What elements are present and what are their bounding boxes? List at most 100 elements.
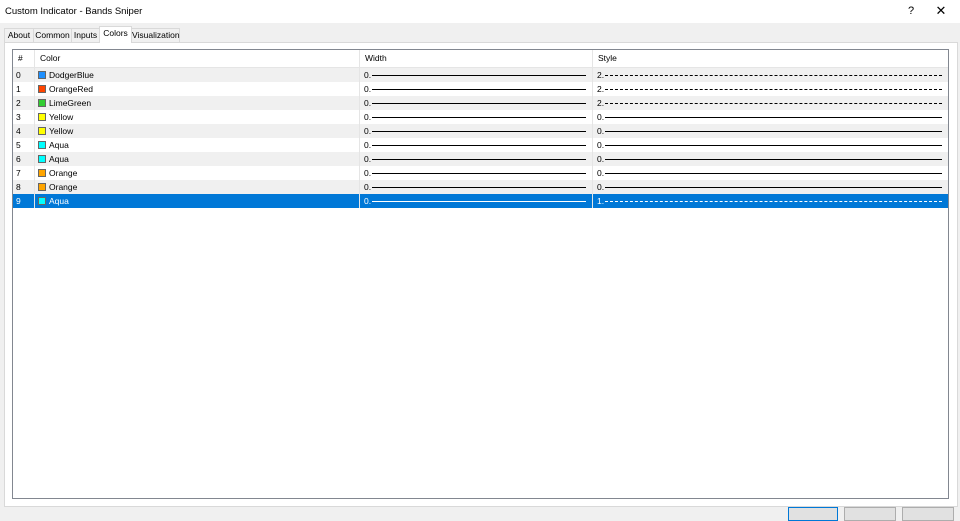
- style-value: 2.: [597, 98, 605, 108]
- row-index: 4: [13, 124, 35, 138]
- tab-inputs[interactable]: Inputs: [71, 28, 100, 42]
- style-line: [605, 187, 942, 188]
- width-value: 0.: [364, 182, 372, 192]
- table-row[interactable]: 6 Aqua 0. 0.: [13, 152, 948, 166]
- color-cell[interactable]: Aqua: [35, 138, 360, 152]
- table-row[interactable]: 0 DodgerBlue 0. 2.: [13, 68, 948, 82]
- header-color: Color: [35, 50, 360, 67]
- style-value: 0.: [597, 154, 605, 164]
- table-row[interactable]: 1 OrangeRed 0. 2.: [13, 82, 948, 96]
- colors-panel: # Color Width Style 0 DodgerBlue 0. 2. 1 Oran…: [4, 42, 958, 507]
- width-line: [372, 103, 586, 104]
- row-index: 0: [13, 68, 35, 82]
- style-cell[interactable]: 0.: [593, 110, 948, 124]
- table-row[interactable]: 7 Orange 0. 0.: [13, 166, 948, 180]
- width-line: [372, 173, 586, 174]
- style-value: 2.: [597, 70, 605, 80]
- width-cell[interactable]: 0.: [360, 166, 593, 180]
- color-cell[interactable]: LimeGreen: [35, 96, 360, 110]
- color-cell[interactable]: Aqua: [35, 152, 360, 166]
- header-width: Width: [360, 50, 593, 67]
- color-cell[interactable]: Orange: [35, 180, 360, 194]
- width-value: 0.: [364, 140, 372, 150]
- table-row[interactable]: 4 Yellow 0. 0.: [13, 124, 948, 138]
- style-cell[interactable]: 2.: [593, 82, 948, 96]
- row-index: 5: [13, 138, 35, 152]
- style-line: [605, 173, 942, 174]
- color-name: OrangeRed: [49, 84, 93, 94]
- width-cell[interactable]: 0.: [360, 194, 593, 208]
- tab-about[interactable]: About: [4, 28, 34, 42]
- table-row[interactable]: 8 Orange 0. 0.: [13, 180, 948, 194]
- color-name: Aqua: [49, 140, 69, 150]
- cancel-button[interactable]: [844, 507, 896, 521]
- tab-colors[interactable]: Colors: [99, 26, 132, 43]
- style-value: 1.: [597, 196, 605, 206]
- window-title: Custom Indicator - Bands Sniper: [5, 6, 143, 17]
- color-name: LimeGreen: [49, 98, 92, 108]
- tab-common[interactable]: Common: [33, 28, 72, 42]
- reset-button[interactable]: [902, 507, 954, 521]
- table-row[interactable]: 3 Yellow 0. 0.: [13, 110, 948, 124]
- style-cell[interactable]: 2.: [593, 68, 948, 82]
- title-bar: Custom Indicator - Bands Sniper ? ✕: [0, 0, 960, 23]
- ok-button[interactable]: [788, 507, 838, 521]
- width-cell[interactable]: 0.: [360, 82, 593, 96]
- color-swatch: [38, 85, 46, 93]
- row-index: 6: [13, 152, 35, 166]
- style-value: 2.: [597, 84, 605, 94]
- style-cell[interactable]: 0.: [593, 124, 948, 138]
- color-name: Aqua: [49, 154, 69, 164]
- width-value: 0.: [364, 98, 372, 108]
- style-line: [605, 75, 942, 76]
- width-cell[interactable]: 0.: [360, 138, 593, 152]
- width-value: 0.: [364, 154, 372, 164]
- style-cell[interactable]: 0.: [593, 152, 948, 166]
- color-swatch: [38, 113, 46, 121]
- close-button[interactable]: ✕: [926, 1, 956, 21]
- width-cell[interactable]: 0.: [360, 180, 593, 194]
- tab-visualization[interactable]: Visualization: [131, 28, 180, 42]
- color-swatch: [38, 99, 46, 107]
- width-value: 0.: [364, 112, 372, 122]
- style-cell[interactable]: 1.: [593, 194, 948, 208]
- row-index: 2: [13, 96, 35, 110]
- table-row[interactable]: 2 LimeGreen 0. 2.: [13, 96, 948, 110]
- width-cell[interactable]: 0.: [360, 124, 593, 138]
- width-cell[interactable]: 0.: [360, 110, 593, 124]
- width-value: 0.: [364, 70, 372, 80]
- header-style: Style: [598, 53, 617, 63]
- style-value: 0.: [597, 168, 605, 178]
- color-name: Yellow: [49, 112, 74, 122]
- style-line: [605, 201, 942, 202]
- width-cell[interactable]: 0.: [360, 96, 593, 110]
- color-cell[interactable]: Aqua: [35, 194, 360, 208]
- style-cell[interactable]: 0.: [593, 166, 948, 180]
- width-value: 0.: [364, 84, 372, 94]
- table-row[interactable]: 5 Aqua 0. 0.: [13, 138, 948, 152]
- header-num: #: [13, 50, 35, 67]
- width-line: [372, 159, 586, 160]
- color-swatch: [38, 183, 46, 191]
- width-line: [372, 145, 586, 146]
- style-cell[interactable]: 0.: [593, 138, 948, 152]
- style-line: [605, 117, 942, 118]
- color-cell[interactable]: Yellow: [35, 110, 360, 124]
- row-index: 9: [13, 194, 35, 208]
- style-cell[interactable]: 2.: [593, 96, 948, 110]
- color-cell[interactable]: Yellow: [35, 124, 360, 138]
- color-swatch: [38, 141, 46, 149]
- row-index: 7: [13, 166, 35, 180]
- style-line: [605, 89, 942, 90]
- width-cell[interactable]: 0.: [360, 152, 593, 166]
- style-cell[interactable]: 0.: [593, 180, 948, 194]
- color-name: Aqua: [49, 196, 69, 206]
- help-button[interactable]: ?: [896, 1, 926, 21]
- color-cell[interactable]: DodgerBlue: [35, 68, 360, 82]
- color-name: Yellow: [49, 126, 74, 136]
- style-value: 0.: [597, 140, 605, 150]
- color-cell[interactable]: Orange: [35, 166, 360, 180]
- table-row[interactable]: 9 Aqua 0. 1.: [13, 194, 948, 208]
- width-cell[interactable]: 0.: [360, 68, 593, 82]
- color-cell[interactable]: OrangeRed: [35, 82, 360, 96]
